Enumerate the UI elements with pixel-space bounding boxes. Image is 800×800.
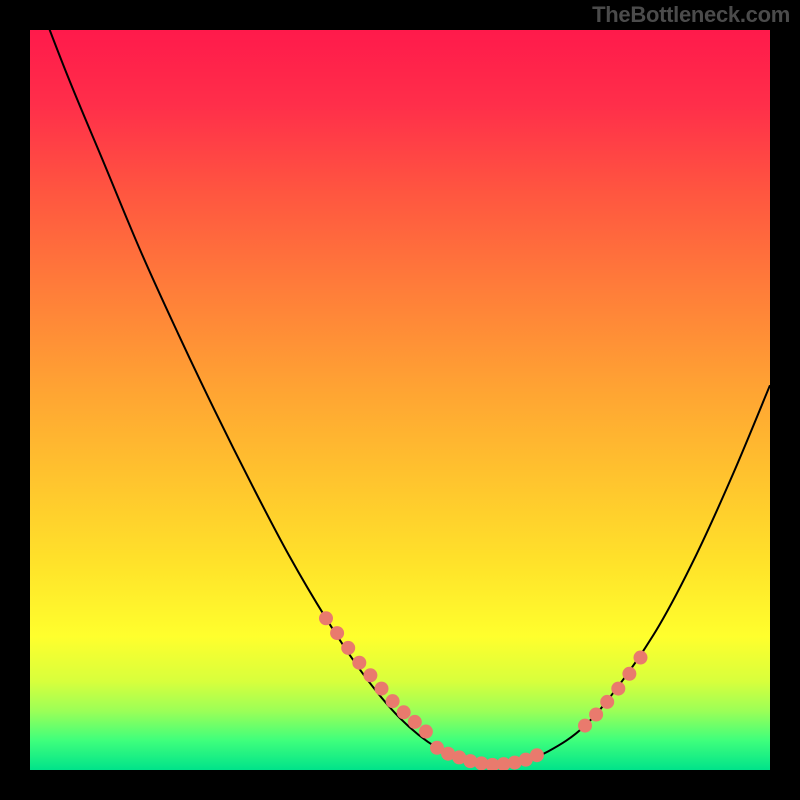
highlight-dot: [452, 750, 466, 764]
highlight-dot: [408, 715, 422, 729]
highlight-dot: [589, 708, 603, 722]
highlight-dot: [508, 756, 522, 770]
highlight-dot: [375, 682, 389, 696]
highlight-dot: [497, 757, 511, 770]
highlight-dot: [622, 667, 636, 681]
highlight-dot: [474, 756, 488, 770]
highlight-dot: [519, 753, 533, 767]
curve-svg: [30, 30, 770, 770]
highlight-dot: [386, 694, 400, 708]
highlight-dot: [441, 747, 455, 761]
highlight-dot: [463, 754, 477, 768]
plot-area: [30, 30, 770, 770]
highlight-dot: [330, 626, 344, 640]
highlight-dot: [611, 682, 625, 696]
highlight-dot: [578, 719, 592, 733]
watermark-text: TheBottleneck.com: [592, 2, 790, 28]
highlight-dot: [634, 651, 648, 665]
highlight-dot: [430, 741, 444, 755]
highlight-dot: [419, 725, 433, 739]
chart-frame: TheBottleneck.com: [0, 0, 800, 800]
highlight-dot: [319, 611, 333, 625]
highlight-dot: [341, 641, 355, 655]
highlight-dot: [486, 758, 500, 770]
highlight-dot: [600, 695, 614, 709]
dots-layer: [319, 611, 648, 770]
curve-layer: [30, 30, 770, 765]
highlight-dot: [530, 748, 544, 762]
highlight-dot: [397, 705, 411, 719]
highlight-dot: [363, 668, 377, 682]
bottleneck-curve-path: [30, 30, 770, 765]
highlight-dot: [352, 656, 366, 670]
